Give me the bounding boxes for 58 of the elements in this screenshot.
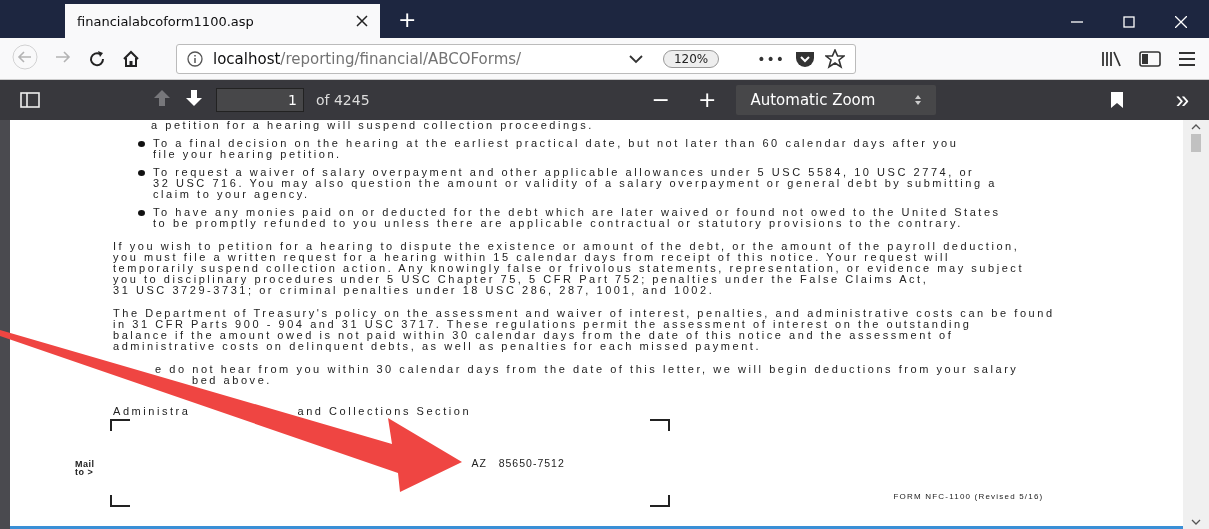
- document-text-line: claim to your agency.: [153, 189, 311, 200]
- document-text-line: and Collections Section: [297, 406, 472, 417]
- document-text-line: administrative costs on delinquent debts, as well as penalties for each missed payment.: [113, 341, 763, 352]
- bullet-dot: [138, 141, 145, 147]
- document-text-line: balance if the amount owed is not paid within 30 calendar days from the date of this notice and the assessment of: [113, 330, 954, 341]
- document-text-line: in 31 CFR Parts 900 - 904 and 31 USC 3717. These regulations permit the assessment of interest on the outstanding: [113, 319, 973, 330]
- document-text-line: file your hearing petition.: [153, 149, 343, 160]
- document-text-line: Administra: [113, 406, 191, 417]
- scrollbar[interactable]: [1183, 120, 1209, 529]
- chevron-down-icon[interactable]: [628, 53, 643, 64]
- pocket-icon[interactable]: [795, 49, 815, 68]
- close-icon: [356, 14, 368, 27]
- zoom-dropdown[interactable]: Automatic Zoom: [736, 85, 937, 115]
- mail-address: AZ 85650-7512: [471, 457, 565, 469]
- document-text-line: 32 USC 716. You may also question the amount or validity of a salary overpayment or general debt by submitting a: [153, 178, 997, 189]
- document-text-line: e do not hear from you within 30 calendar days from the date of this letter, we will begin deductions from your salary: [154, 364, 1019, 375]
- document-text-line: you to disciplinary procedures under 5 USC Chapter 75, 5 CFR Part 752; penalties under the False Claims Act,: [113, 274, 930, 285]
- document-text-line: a petition for a hearing will suspend collection proceedings.: [151, 120, 594, 131]
- new-tab-button[interactable]: +: [394, 7, 421, 32]
- page-number-field[interactable]: 1: [216, 88, 304, 112]
- maximize-icon[interactable]: [1123, 16, 1135, 28]
- document-text-line: To request a waiver of salary overpayment and other applicable allowances under 5 USC 5584, 10 USC 2774, or: [153, 167, 975, 178]
- document-text-line: to be promptly refunded to you unless there are applicable contractual or statutory provisions to the contrary.: [153, 218, 964, 229]
- scroll-up-icon[interactable]: [1191, 124, 1201, 130]
- document-text-line: If you wish to petition for a hearing to dispute the existence or amount of the debt, or the amount of the payroll deduction,: [113, 241, 1021, 252]
- document-text-line: To a final decision on the hearing at the earliest practical date, but not later than 60 calendar days after you: [153, 138, 959, 149]
- info-icon: [187, 50, 203, 67]
- mail-to-label: Mail to >: [75, 460, 95, 476]
- tools-button[interactable]: »: [1175, 88, 1189, 112]
- more-menu[interactable]: •••: [757, 50, 785, 67]
- zoom-in-button[interactable]: +: [690, 89, 725, 111]
- scroll-down-icon[interactable]: [1191, 519, 1201, 525]
- zoom-out-button[interactable]: −: [643, 89, 678, 111]
- address-bar[interactable]: localhost/reporting/financial/ABCOForms/ 120% •••: [176, 43, 856, 74]
- document-text-line: The Department of Treasury's policy on the assessment and waiver of interest, penalties, and administrative costs can be found: [113, 308, 1055, 319]
- document-text-line: you must file a written request for a hearing within 15 calendar days from receipt of this notice. Your request will: [113, 252, 950, 263]
- home-icon[interactable]: [122, 49, 140, 68]
- down-arrow-icon[interactable]: [184, 88, 204, 108]
- scrollbar-thumb[interactable]: [1191, 134, 1201, 152]
- bookmark-icon[interactable]: [1109, 91, 1124, 109]
- menu-icon[interactable]: [1177, 49, 1197, 68]
- reload-icon[interactable]: [88, 49, 106, 68]
- library-icon[interactable]: [1101, 49, 1123, 68]
- sidebar-icon[interactable]: [1139, 49, 1161, 68]
- document-text-line: To have any monies paid on or deducted for the debt which are later waived or found not owed to the United States: [153, 207, 1001, 218]
- document-text-line: temporarily suspend collection action. Any knowingly false or frivolous statements, representation, or evidence may subject: [113, 263, 1024, 274]
- zoom-badge[interactable]: 120%: [662, 49, 720, 68]
- document-text-line: bed above.: [191, 375, 273, 386]
- bullet-dot: [138, 170, 145, 176]
- updown-caret-icon: [914, 94, 923, 106]
- browser-tab[interactable]: financialabcoform1100.asp: [65, 4, 380, 38]
- star-icon[interactable]: [825, 48, 845, 69]
- form-number: FORM NFC-1100 (Revised 5/16): [893, 492, 1044, 501]
- bullet-dot: [138, 210, 145, 216]
- sidebar-toggle-icon[interactable]: [20, 91, 40, 109]
- close-icon[interactable]: [1175, 16, 1187, 28]
- page-count: of 4245: [316, 92, 370, 108]
- document-text-line: 31 USC 3729-3731; or criminal penalties under 18 USC 286, 287, 1001, and 1002.: [113, 285, 715, 296]
